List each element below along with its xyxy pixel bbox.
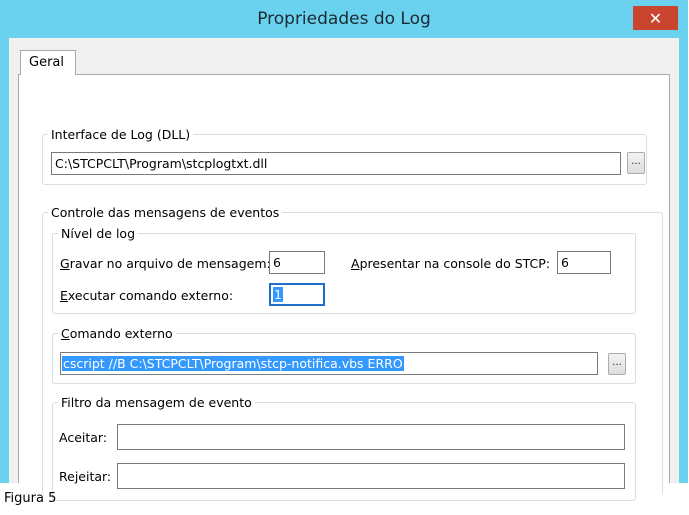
write-file-accel: G — [60, 256, 70, 271]
console-rest: presentar na console do STCP: — [359, 256, 551, 271]
dialog-client-area: Geral Interface de Log (DLL) C:\STCPCLT\… — [9, 38, 679, 501]
dialog-window: Propriedades do Log ✕ Geral Interface de… — [0, 0, 688, 501]
reject-label: Rejeitar: — [59, 469, 112, 484]
log-interface-legend: Interface de Log (DLL) — [51, 127, 191, 142]
tab-panel-geral: Interface de Log (DLL) C:\STCPCLT\Progra… — [18, 74, 670, 501]
console-level-value: 6 — [561, 255, 569, 270]
external-command-browse-button[interactable]: ... — [608, 353, 626, 375]
tab-geral-label: Geral — [29, 55, 64, 70]
exec-command-accel: E — [60, 288, 68, 303]
log-level-legend: Nível de log — [61, 226, 136, 241]
external-command-accel: C — [61, 326, 70, 341]
write-file-level-value: 6 — [273, 255, 281, 270]
log-dll-path-value: C:\STCPCLT\Program\stcplogtxt.dll — [55, 156, 268, 171]
write-file-label: Gravar no arquivo de mensagem: — [60, 256, 271, 271]
console-label: Apresentar na console do STCP: — [351, 256, 550, 271]
console-level-input[interactable]: 6 — [557, 251, 611, 274]
accept-filter-input[interactable] — [117, 424, 625, 450]
close-button[interactable]: ✕ — [633, 6, 678, 30]
browse-ellipsis-label: ... — [612, 357, 622, 368]
exec-command-rest: xecutar comando externo: — [67, 288, 234, 303]
title-bar[interactable]: Propriedades do Log ✕ — [0, 0, 688, 38]
write-file-rest: ravar no arquivo de mensagem: — [69, 256, 271, 271]
exec-command-label: Executar comando externo: — [60, 288, 233, 303]
tab-geral[interactable]: Geral — [20, 50, 76, 75]
reject-filter-input[interactable] — [117, 463, 625, 489]
event-filter-legend: Filtro da mensagem de evento — [61, 395, 252, 410]
browse-ellipsis-label: ... — [631, 156, 641, 167]
external-command-legend-rest: omando externo — [69, 326, 173, 341]
close-icon: ✕ — [648, 8, 663, 28]
event-control-legend: Controle das mensagens de eventos — [51, 205, 280, 220]
accept-label: Aceitar: — [59, 430, 108, 445]
external-command-input[interactable]: cscript //B C:\STCPCLT\Program\stcp-noti… — [60, 352, 598, 375]
figure-caption: Figura 5 — [4, 491, 57, 506]
log-dll-browse-button[interactable]: ... — [627, 152, 645, 174]
exec-command-level-input[interactable]: 1 — [269, 283, 325, 306]
write-file-level-input[interactable]: 6 — [269, 251, 325, 274]
window-title: Propriedades do Log — [257, 9, 431, 29]
console-accel: A — [351, 256, 360, 271]
exec-command-level-value: 1 — [273, 287, 283, 302]
external-command-value: cscript //B C:\STCPCLT\Program\stcp-noti… — [62, 356, 404, 371]
external-command-legend: Comando externo — [58, 326, 176, 341]
log-dll-path-input[interactable]: C:\STCPCLT\Program\stcplogtxt.dll — [51, 152, 621, 175]
